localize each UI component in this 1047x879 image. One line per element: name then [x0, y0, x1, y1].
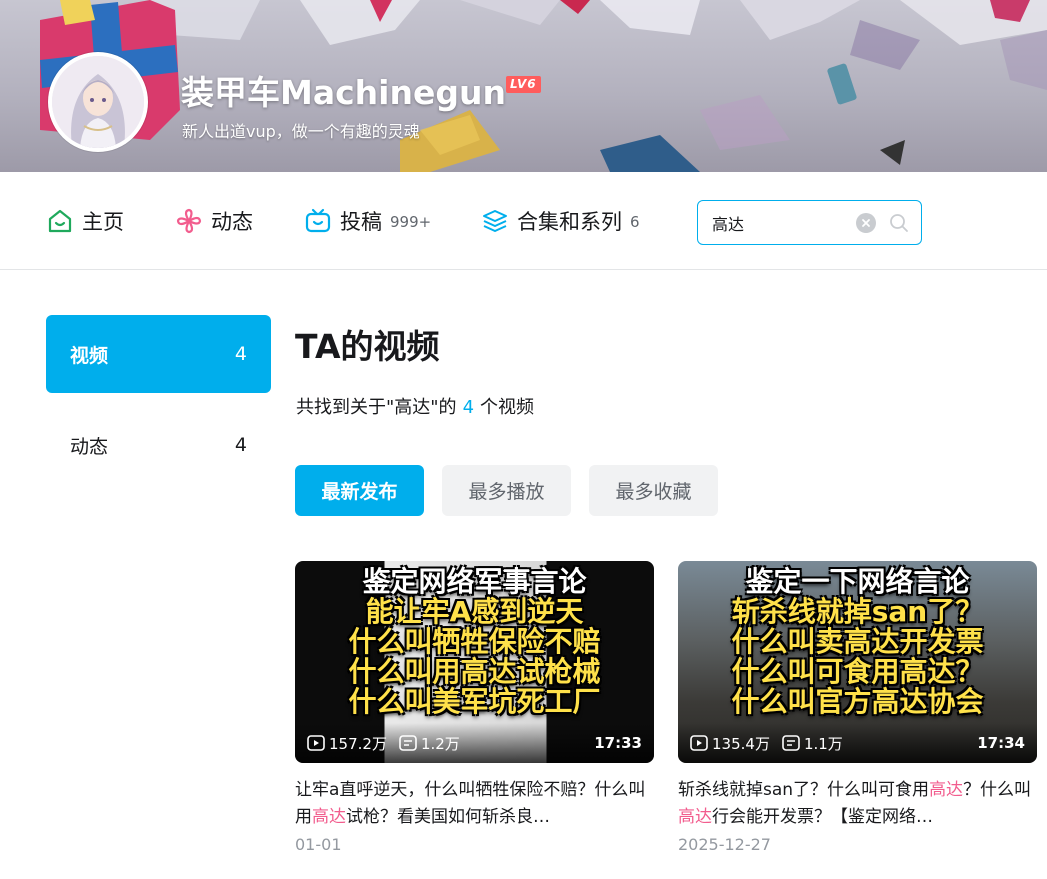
title-keyword: 高达 — [312, 807, 346, 827]
home-icon — [48, 209, 72, 233]
profile-nav: 主页 动态 投稿 999+ 合集和系列 6 高达 — [0, 172, 1047, 270]
danmaku-icon — [782, 735, 800, 751]
play-icon — [307, 735, 325, 751]
sort-latest-button[interactable]: 最新发布 — [295, 465, 424, 516]
thumbnail-text-line: 能让牢A感到逆天 — [365, 595, 584, 628]
danmaku-count-value: 1.2万 — [420, 734, 460, 753]
upload-tv-icon — [305, 208, 331, 233]
play-count-value: 157.2万 — [329, 734, 387, 753]
play-count-value: 135.4万 — [712, 734, 770, 753]
profile-banner: 装甲车Machinegun LV6 新人出道vup，做一个有趣的灵魂 — [0, 0, 1047, 172]
title-keyword: 高达 — [678, 807, 712, 827]
video-card: 鉴定网络军事言论 能让牢A感到逆天 什么叫牺牲保险不赔 什么叫用高达试枪械 什么… — [295, 561, 654, 854]
thumbnail-text-line: 鉴定一下网络言论 — [745, 565, 970, 598]
video-duration: 17:34 — [977, 734, 1025, 752]
search-box — [697, 200, 922, 245]
thumbnail-caption: 鉴定网络军事言论 能让牢A感到逆天 什么叫牺牲保险不赔 什么叫用高达试枪械 什么… — [295, 567, 654, 717]
sidebar-item-label: 视频 — [70, 344, 109, 367]
title-text: ？什么叫 — [963, 780, 1032, 800]
title-keyword: 高达 — [929, 780, 964, 800]
play-count: 157.2万 — [307, 733, 387, 754]
danmaku-count: 1.2万 — [399, 733, 460, 754]
nav-label: 合集和系列 — [517, 210, 622, 234]
danmaku-count: 1.1万 — [782, 733, 843, 754]
search-icon — [890, 214, 908, 232]
nav-label: 动态 — [211, 210, 253, 234]
video-duration: 17:33 — [594, 734, 642, 752]
result-count: 4 — [462, 397, 475, 418]
sidebar-item-dynamic[interactable]: 动态 4 — [46, 406, 271, 484]
nav-item-dynamic[interactable]: 动态 — [175, 206, 253, 236]
nav-count: 6 — [630, 213, 640, 231]
avatar-illustration — [52, 56, 144, 148]
video-stats: 135.4万 1.1万 17:34 — [678, 723, 1037, 763]
thumbnail-text-line: 什么叫用高达试枪械 — [348, 655, 601, 688]
signature: 新人出道vup，做一个有趣的灵魂 — [182, 122, 420, 141]
danmaku-count-value: 1.1万 — [803, 734, 843, 753]
title-text: 行会能开发票？【鉴定网络… — [712, 807, 933, 827]
username: 装甲车Machinegun — [181, 73, 506, 112]
collection-stack-icon — [483, 210, 507, 232]
result-summary: 共找到关于"高达"的 4 个视频 — [296, 393, 534, 419]
play-icon — [690, 735, 708, 751]
dynamic-icon — [176, 208, 202, 234]
thumbnail-text-line: 什么叫官方高达协会 — [731, 685, 984, 718]
nav-item-home[interactable]: 主页 — [46, 206, 124, 236]
thumbnail-text-line: 什么叫牺牲保险不赔 — [348, 625, 601, 658]
result-suffix: 个视频 — [480, 397, 535, 418]
video-title[interactable]: 让牢a直呼逆天，什么叫牺牲保险不赔？什么叫用高达试枪？看美国如何斩杀良… — [295, 777, 654, 831]
title-text: 斩杀线就掉san了？什么叫可食用 — [678, 780, 930, 800]
search-button[interactable] — [887, 211, 911, 235]
video-title[interactable]: 斩杀线就掉san了？什么叫可食用高达？什么叫高达行会能开发票？【鉴定网络… — [678, 777, 1037, 831]
level-badge: LV6 — [506, 76, 541, 93]
thumbnail-text-line: 什么叫可食用高达？ — [731, 655, 984, 688]
video-thumbnail[interactable]: 鉴定一下网络言论 斩杀线就掉san了？ 什么叫卖高达开发票 什么叫可食用高达？ … — [678, 561, 1037, 763]
thumbnail-text-line: 鉴定网络军事言论 — [362, 565, 587, 598]
sidebar-item-count: 4 — [234, 343, 247, 365]
video-date: 01-01 — [295, 835, 342, 854]
result-prefix: 共找到关于"高达"的 — [296, 397, 457, 418]
close-icon — [862, 219, 870, 227]
thumbnail-text-line: 斩杀线就掉san了？ — [731, 595, 984, 628]
nav-label: 投稿 — [340, 210, 382, 234]
thumbnail-text-line: 什么叫美军坑死工厂 — [348, 685, 601, 718]
video-stats: 157.2万 1.2万 17:33 — [295, 723, 654, 763]
avatar[interactable] — [48, 52, 148, 152]
sort-most-favorited-button[interactable]: 最多收藏 — [589, 465, 718, 516]
sidebar-item-label: 动态 — [70, 435, 109, 458]
nav-label: 主页 — [82, 210, 124, 234]
title-text: 试枪？看美国如何斩杀良… — [346, 807, 550, 827]
search-input[interactable] — [712, 211, 852, 235]
video-thumbnail[interactable]: 鉴定网络军事言论 能让牢A感到逆天 什么叫牺牲保险不赔 什么叫用高达试枪械 什么… — [295, 561, 654, 763]
nav-count: 999+ — [390, 213, 432, 231]
thumbnail-caption: 鉴定一下网络言论 斩杀线就掉san了？ 什么叫卖高达开发票 什么叫可食用高达？ … — [678, 567, 1037, 717]
danmaku-icon — [399, 735, 417, 751]
clear-search-button[interactable] — [856, 213, 876, 233]
page-title: TA的视频 — [295, 327, 440, 366]
sidebar-item-videos[interactable]: 视频 4 — [46, 315, 271, 393]
video-date: 2025-12-27 — [678, 835, 771, 854]
nav-item-uploads[interactable]: 投稿 999+ — [304, 206, 431, 236]
avatar-image — [52, 56, 144, 148]
video-card: 鉴定一下网络言论 斩杀线就掉san了？ 什么叫卖高达开发票 什么叫可食用高达？ … — [678, 561, 1037, 854]
sort-most-played-button[interactable]: 最多播放 — [442, 465, 571, 516]
nav-item-collections[interactable]: 合集和系列 6 — [481, 206, 640, 236]
sidebar-item-count: 4 — [234, 434, 247, 456]
thumbnail-text-line: 什么叫卖高达开发票 — [731, 625, 984, 658]
play-count: 135.4万 — [690, 733, 770, 754]
